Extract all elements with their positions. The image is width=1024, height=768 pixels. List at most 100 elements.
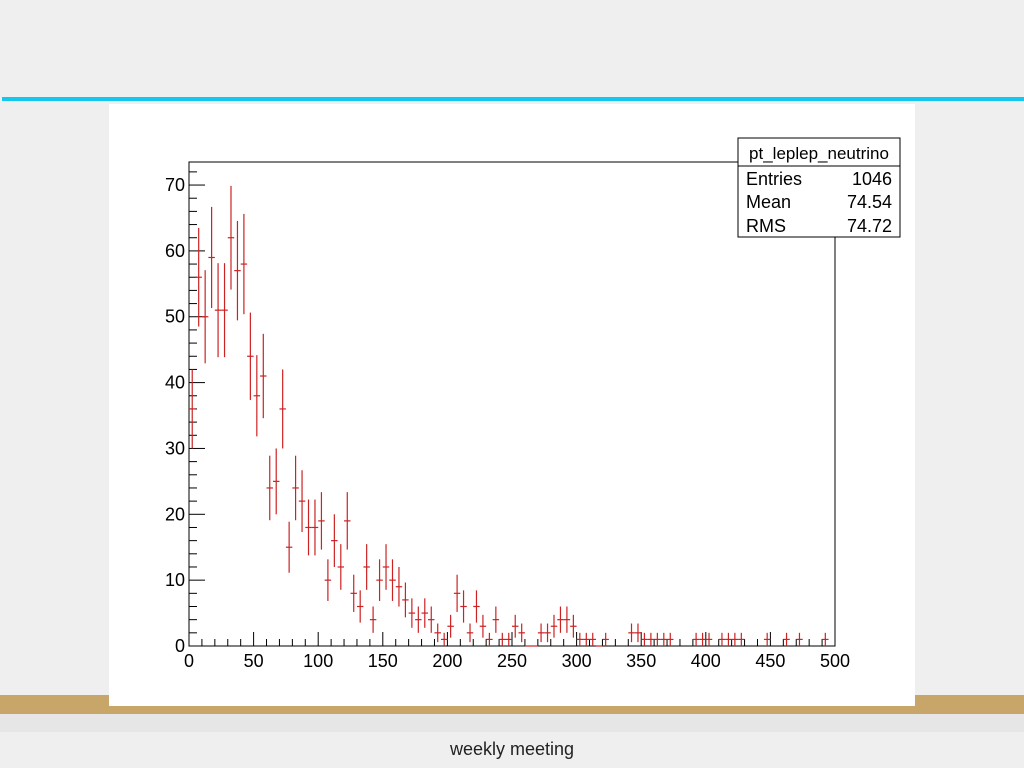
data-point (705, 632, 713, 646)
data-point (440, 632, 448, 646)
data-point (253, 355, 261, 437)
data-point (369, 606, 377, 633)
data-point (272, 448, 280, 515)
data-point (208, 206, 215, 309)
data-point (376, 559, 383, 601)
x-axis: 0 50 100 150 200 250 300 350 400 450 500 (184, 632, 850, 671)
data-point (298, 470, 306, 533)
data-point (434, 623, 441, 643)
data-point (576, 632, 584, 646)
data-point (415, 606, 422, 633)
y-tick-label: 50 (165, 307, 185, 327)
data-point (324, 559, 332, 601)
x-tick-label: 400 (691, 651, 721, 671)
y-tick-label: 40 (165, 373, 185, 393)
data-point (285, 521, 293, 573)
data-point (641, 632, 648, 646)
data-point (195, 227, 202, 327)
data-point (479, 614, 487, 638)
x-tick-label: 150 (368, 651, 398, 671)
data-point (421, 598, 429, 628)
data-point (344, 492, 351, 550)
data-point (725, 632, 732, 646)
x-tick-label: 50 (244, 651, 264, 671)
y-tick-label: 20 (165, 504, 185, 524)
y-tick-label: 30 (165, 438, 185, 458)
histogram-chart: 0 10 20 30 40 50 60 70 0 50 100 150 200 250 300 350 400… (165, 137, 901, 671)
data-point (356, 590, 364, 623)
data-point (583, 632, 590, 646)
stats-label-entries: Entries (746, 169, 802, 189)
data-point (602, 632, 609, 646)
footer-text: weekly meeting (449, 739, 575, 759)
data-point (279, 369, 286, 449)
data-point (460, 590, 467, 623)
data-point (570, 614, 577, 638)
data-point (189, 369, 196, 449)
data-point (699, 632, 706, 646)
data-point (796, 632, 803, 646)
data-point (738, 632, 745, 646)
data-point (473, 590, 480, 623)
data-point (227, 185, 235, 290)
data-point (214, 263, 222, 358)
footer-strip (0, 714, 1024, 732)
data-point (382, 544, 390, 590)
data-point (486, 632, 493, 646)
data-point (402, 582, 409, 618)
data-point (589, 632, 596, 646)
data-point (389, 559, 396, 601)
x-tick-label: 250 (497, 651, 527, 671)
data-point (634, 623, 642, 643)
data-point (453, 574, 461, 612)
stats-label-mean: Mean (746, 192, 791, 212)
data-point (266, 455, 273, 521)
accent-rule (2, 97, 1024, 101)
data-point (408, 598, 416, 628)
data-point (505, 632, 512, 646)
data-point (292, 455, 299, 521)
data-point (350, 574, 357, 612)
data-point (499, 632, 506, 646)
y-tick-label: 60 (165, 241, 185, 261)
data-point (557, 606, 564, 633)
data-point (395, 566, 403, 607)
x-tick-label: 350 (626, 651, 656, 671)
stats-value-mean: 74.54 (847, 192, 892, 212)
x-tick-label: 450 (755, 651, 785, 671)
x-tick-label: 500 (820, 651, 850, 671)
data-point (563, 606, 571, 633)
data-point (447, 614, 454, 638)
data-point (305, 499, 312, 556)
x-tick-label: 100 (303, 651, 333, 671)
data-point (660, 632, 668, 646)
data-point (466, 623, 474, 643)
data-point (221, 263, 228, 358)
data-point (822, 632, 829, 646)
stats-box: pt_leplep_neutrino Entries 1046 Mean 74.… (737, 137, 901, 238)
x-tick-label: 300 (562, 651, 592, 671)
data-point (260, 333, 267, 419)
data-point (783, 632, 790, 646)
data-point (363, 544, 370, 590)
data-points (189, 185, 829, 647)
stats-label-rms: RMS (746, 216, 786, 236)
data-point (731, 632, 739, 646)
data-point (667, 632, 674, 646)
data-point (647, 632, 655, 646)
data-point (240, 213, 248, 315)
data-point (337, 544, 345, 590)
data-point (550, 614, 558, 638)
data-point (428, 606, 435, 633)
data-point (537, 623, 545, 643)
y-tick-label: 10 (165, 570, 185, 590)
data-point (654, 632, 661, 646)
y-tick-label: 70 (165, 175, 185, 195)
data-point (544, 623, 551, 643)
data-point (311, 499, 319, 556)
data-point (318, 492, 325, 550)
data-point (512, 614, 519, 638)
data-point (492, 606, 500, 633)
x-tick-label: 200 (432, 651, 462, 671)
stats-value-entries: 1046 (852, 169, 892, 189)
